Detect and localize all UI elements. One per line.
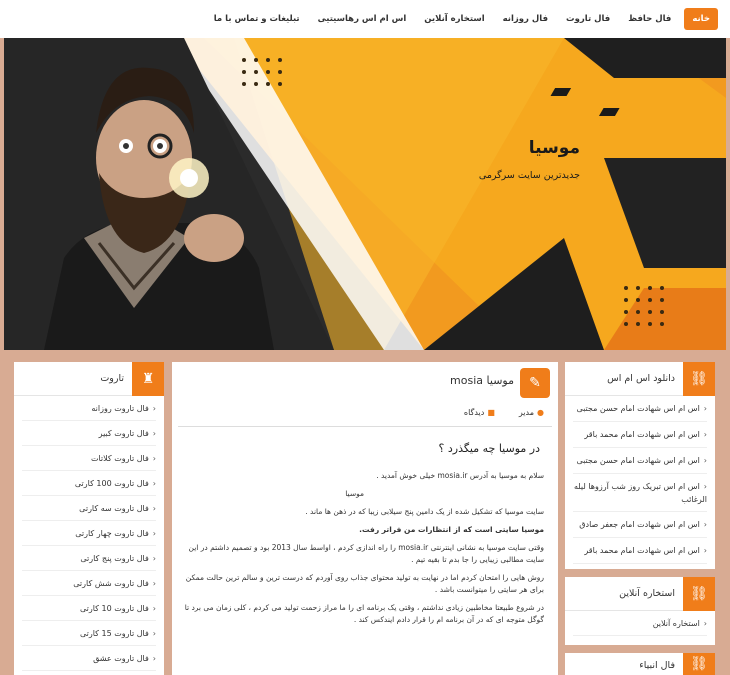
hero-graphic: [4, 38, 726, 350]
chevron-left-icon: ‹: [152, 479, 156, 488]
site-tagline: جدیدترین سایت سرگرمی: [478, 170, 580, 181]
sms-list: ‹اس ام اس شهادت امام حسن مجتبی ‹اس ام اس…: [565, 396, 715, 564]
list-item[interactable]: ‹اس ام اس شهادت امام حسن مجتبی: [573, 448, 707, 474]
nav-menu: خانه فال حافظ فال تاروت فال روزانه استخا…: [205, 8, 718, 30]
list-item[interactable]: ‹اس ام اس شهادت امام جعفر صادق: [573, 512, 707, 538]
article-body: سلام به موسیا به آدرس mosia.ir خیلی خوش …: [184, 470, 544, 632]
nav-item-contact[interactable]: تبلیغات و تماس با ما: [205, 8, 309, 30]
list-item[interactable]: ‹اس ام اس تبریک روز شب آرزوها لیله الرغا…: [573, 474, 707, 512]
nav-item-hafez[interactable]: فال حافظ: [619, 8, 680, 30]
author-meta[interactable]: ●مدیر: [507, 408, 544, 417]
nav-item-istikhara[interactable]: استخاره آنلاین: [415, 8, 493, 30]
list-item[interactable]: ‹فال تاروت چهار کارتی: [22, 521, 156, 546]
chevron-left-icon: ‹: [703, 456, 707, 465]
list-item[interactable]: ‹فال تاروت 15 کارتی: [22, 621, 156, 646]
nav-item-tarot[interactable]: فال تاروت: [557, 8, 619, 30]
prophets-widget-header: ⛓ فال انبیاء: [565, 653, 715, 675]
istikhara-widget-header: ⛓ استخاره آنلاین: [565, 577, 715, 611]
list-item[interactable]: ‹استخاره آنلاین: [573, 611, 707, 636]
list-item[interactable]: ‹فال تاروت کلاتات: [22, 446, 156, 471]
tarot-widget-title: تاروت: [100, 373, 124, 384]
article-title: در موسیا چه میگذرد ؟: [438, 442, 540, 455]
list-item[interactable]: ‹فال تاروت پنج کارتی: [22, 546, 156, 571]
comment-icon: ■: [487, 408, 495, 417]
article-paragraph: در شروع طبیعتا مخاطبین زیادی نداشتم ، وق…: [184, 603, 544, 624]
prophets-widget-title: فال انبیاء: [639, 660, 675, 671]
link-icon: ⛓: [683, 362, 715, 396]
list-item[interactable]: ‹فال تاروت شش کارتی: [22, 571, 156, 596]
chevron-left-icon: ‹: [152, 554, 156, 563]
article-header: ✎ موسیا mosia: [172, 362, 558, 402]
article-paragraph: سایت موسیا که تشکیل شده از یک دامین پنج …: [305, 507, 544, 516]
chevron-left-icon: ‹: [152, 579, 156, 588]
prophets-widget: ⛓ فال انبیاء: [565, 653, 715, 675]
comments-meta[interactable]: ■دیدگاه: [452, 408, 495, 417]
tarot-list: ‹فال تاروت روزانه ‹فال تاروت کبیر ‹فال ت…: [14, 396, 164, 671]
istikhara-widget: ⛓ استخاره آنلاین ‹استخاره آنلاین: [565, 577, 715, 645]
chevron-left-icon: ‹: [152, 404, 156, 413]
list-item[interactable]: ‹فال تاروت عشق: [22, 646, 156, 671]
chess-piece-icon: ♜: [132, 362, 164, 396]
nav-item-sms[interactable]: اس ام اس رهاسیتیی: [309, 8, 416, 30]
article-paragraph: روش هایی را امتحان کردم اما در نهایت به …: [185, 573, 544, 594]
sms-widget: ⛓ دانلود اس ام اس ‹اس ام اس شهادت امام ح…: [565, 362, 715, 569]
chevron-left-icon: ‹: [703, 482, 707, 491]
top-navigation: خانه فال حافظ فال تاروت فال روزانه استخا…: [0, 0, 730, 38]
chevron-left-icon: ‹: [152, 629, 156, 638]
hero-banner: موسیا جدیدترین سایت سرگرمی: [4, 38, 726, 350]
chevron-left-icon: ‹: [152, 454, 156, 463]
sms-widget-title: دانلود اس ام اس: [607, 373, 675, 384]
istikhara-list: ‹استخاره آنلاین: [565, 611, 715, 636]
article-header-title[interactable]: موسیا mosia: [450, 374, 514, 387]
list-item[interactable]: ‹فال تاروت 100 کارتی: [22, 471, 156, 496]
link-icon: ⛓: [683, 653, 715, 675]
nav-item-home[interactable]: خانه: [684, 8, 718, 30]
chevron-left-icon: ‹: [703, 619, 707, 628]
chevron-left-icon: ‹: [703, 404, 707, 413]
divider: [178, 426, 552, 427]
site-title[interactable]: موسیا: [529, 138, 580, 158]
edit-icon: ✎: [520, 368, 550, 398]
list-item[interactable]: ‹اس ام اس شهادت امام حسن مجتبی: [573, 396, 707, 422]
list-item[interactable]: ‹فال تاروت سه کارتی: [22, 496, 156, 521]
list-item[interactable]: ‹اس ام اس شهادت امام محمد باقر: [573, 422, 707, 448]
list-item[interactable]: ‹فال تاروت روزانه: [22, 396, 156, 421]
chevron-left-icon: ‹: [152, 529, 156, 538]
article-meta: ●مدیر ■دیدگاه: [440, 408, 544, 417]
tarot-widget-header: ♜ تاروت: [14, 362, 164, 396]
chevron-left-icon: ‹: [152, 604, 156, 613]
list-item[interactable]: ‹فال تاروت 10 کارتی: [22, 596, 156, 621]
tarot-widget: ♜ تاروت ‹فال تاروت روزانه ‹فال تاروت کبی…: [14, 362, 164, 675]
article-paragraph: وقتی سایت موسیا به نشانی اینترنتی mosia.…: [188, 543, 544, 564]
chevron-left-icon: ‹: [703, 430, 707, 439]
sms-widget-header: ⛓ دانلود اس ام اس: [565, 362, 715, 396]
list-item[interactable]: ‹اس ام اس شهادت امام محمد باقر: [573, 538, 707, 564]
user-icon: ●: [537, 408, 544, 417]
main-article: ✎ موسیا mosia ●مدیر ■دیدگاه در موسیا چه …: [172, 362, 558, 675]
chevron-left-icon: ‹: [152, 504, 156, 513]
link-icon: ⛓: [683, 577, 715, 611]
article-paragraph: موسیا: [345, 489, 364, 498]
article-paragraph: سلام به موسیا به آدرس mosia.ir خیلی خوش …: [376, 471, 544, 480]
nav-item-daily[interactable]: فال روزانه: [494, 8, 557, 30]
list-item[interactable]: ‹فال تاروت کبیر: [22, 421, 156, 446]
chevron-left-icon: ‹: [152, 654, 156, 663]
article-paragraph: موسیا سایتی است که از انتظارات من فراتر …: [359, 525, 544, 534]
chevron-left-icon: ‹: [152, 429, 156, 438]
istikhara-widget-title: استخاره آنلاین: [619, 588, 675, 599]
chevron-left-icon: ‹: [703, 546, 707, 555]
chevron-left-icon: ‹: [703, 520, 707, 529]
